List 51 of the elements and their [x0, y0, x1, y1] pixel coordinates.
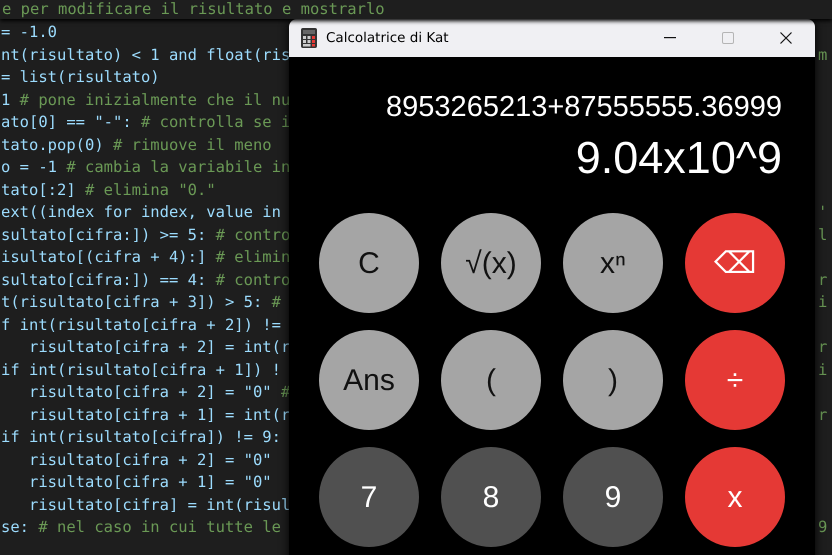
calculator-key[interactable]: ÷ — [685, 330, 785, 430]
calculator-key[interactable]: ⌫ — [685, 213, 785, 313]
code-line: se: # nel caso in cui tutte le — [1, 518, 281, 536]
calculator-key[interactable]: Ans — [319, 330, 419, 430]
maximize-icon — [722, 32, 734, 44]
code-line: risultato[cifra + 1] = "0" — [28, 473, 272, 491]
code-line: t(risultato[cifra + 3]) > 5: # — [1, 293, 281, 311]
code-line: if int(risultato[cifra]) != 9: — [1, 428, 281, 446]
code-line: tato[:2] # elimina "0." — [1, 180, 216, 198]
code-line: ato[0] == "-": # controlla se i — [1, 113, 290, 131]
calculator-key[interactable]: ) — [563, 330, 663, 430]
code-line: risultato[cifra + 2] = int(r — [28, 338, 290, 356]
code-line: tato.pop(0) # rimuove il meno — [1, 136, 272, 154]
sticky-scroll-header: e per modificare il risultato e mostrarlo — [2, 0, 385, 18]
code-fragment: m — [818, 44, 828, 66]
code-line: ext((index for index, value in — [1, 203, 281, 221]
window-title: Calcolatrice di Kat — [326, 28, 449, 48]
calculator-key[interactable]: √(x) — [441, 213, 541, 313]
code-line: if int(risultato[cifra + 1]) ! — [1, 360, 281, 378]
result-display: 9.04x10^9 — [576, 131, 782, 185]
code-line: risultato[cifra + 1] = int(r — [28, 406, 290, 424]
code-fragment: r — [818, 404, 828, 426]
code-fragment: r — [818, 337, 828, 358]
calculator-key[interactable]: xⁿ — [563, 213, 663, 313]
calculator-key[interactable]: 7 — [319, 447, 419, 547]
code-fragment: r — [818, 270, 828, 290]
code-fragment: i — [818, 360, 828, 380]
code-fragment: ' — [818, 202, 828, 223]
code-line: f int(risultato[cifra + 2]) != — [1, 316, 281, 334]
code-line: = list(risultato) — [1, 68, 160, 86]
code-line: o = -1 # cambia la variabile in — [1, 158, 290, 176]
expression-display: 8953265213+87555555.36999 — [386, 90, 782, 125]
calculator-icon — [301, 28, 317, 48]
code-line: isultato[(cifra + 4):] # elimin — [1, 248, 290, 266]
code-fragment: i — [818, 292, 828, 313]
calculator-key[interactable]: x — [685, 447, 785, 547]
code-line: nt(risultato) < 1 and float(ris — [1, 46, 290, 64]
calculator-key[interactable]: 9 — [563, 447, 663, 547]
close-icon — [780, 32, 792, 44]
code-fragment: l — [818, 224, 828, 246]
code-fragment: 9 — [818, 517, 828, 538]
calculator-key[interactable]: C — [319, 213, 419, 313]
code-line: = -1.0 — [1, 23, 57, 41]
code-line: sultato[cifra:]) == 4: # contro — [1, 270, 290, 288]
minimize-icon — [664, 37, 676, 39]
code-line: sultato[cifra:]) >= 5: # contro — [1, 226, 290, 244]
calculator-key[interactable]: 8 — [441, 447, 541, 547]
code-line: risultato[cifra] = int(risul — [28, 496, 290, 514]
calculator-key[interactable]: ( — [441, 330, 541, 430]
code-line: 1 # pone inizialmente che il nu — [1, 90, 290, 108]
code-line: risultato[cifra + 2] = "0" — [28, 450, 272, 468]
